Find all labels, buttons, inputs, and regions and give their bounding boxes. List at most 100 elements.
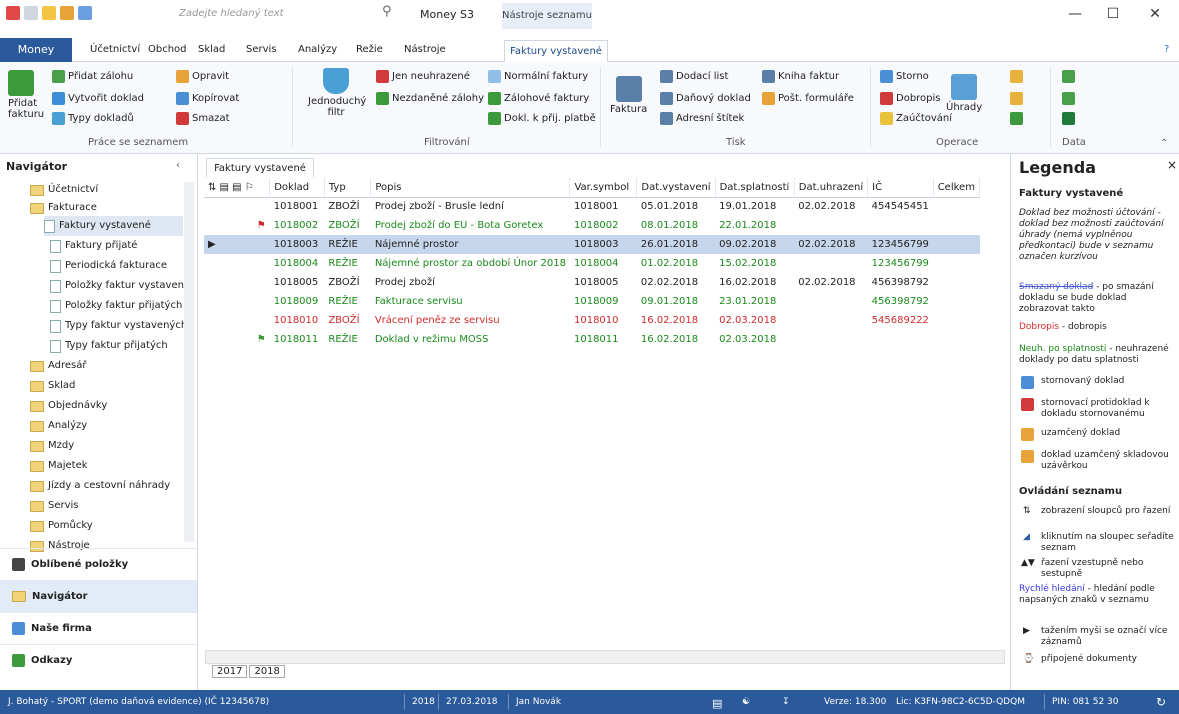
header-varsymbol[interactable]: Var.symbol xyxy=(569,178,638,198)
search-icon[interactable]: ⚲ xyxy=(382,4,398,20)
edit-button[interactable]: Opravit xyxy=(176,70,229,83)
tree-item-mzdy[interactable]: Mzdy xyxy=(30,436,74,456)
close-button[interactable]: ✕ xyxy=(1140,6,1170,28)
tree-item-polozky-vystavenych[interactable]: Položky faktur vystavený xyxy=(50,276,190,296)
table-row[interactable]: ⚑ 1018011 REŽIE Doklad v režimu MOSS 101801… xyxy=(204,330,980,349)
doc-types-button[interactable]: Typy dokladů xyxy=(52,112,134,125)
year-tab-2018[interactable]: 2018 xyxy=(249,665,285,678)
excel-button[interactable] xyxy=(1062,112,1075,125)
tree-item-jizdy[interactable]: Jízdy a cestovní náhrady xyxy=(30,476,170,496)
favorites-button[interactable]: Oblíbené položky xyxy=(0,548,197,580)
table-row[interactable]: 1018005 ZBOŽÍ Prodej zboží 1018005 02.02.201… xyxy=(204,273,980,292)
header-dat-splatnosti[interactable]: Dat.splatnosti xyxy=(715,178,795,198)
add-advance-button[interactable]: Přidat zálohu xyxy=(52,70,133,83)
header-dat-uhrazeni[interactable]: Dat.uhrazení xyxy=(794,178,869,198)
data-export-button[interactable] xyxy=(1062,92,1075,105)
header-dat-vystaveni[interactable]: Dat.vystavení xyxy=(636,178,716,198)
advance-invoices-button[interactable]: Zálohové faktury xyxy=(488,92,589,105)
menu-sklad[interactable]: Sklad xyxy=(198,44,225,55)
tree-item-majetek[interactable]: Majetek xyxy=(30,456,88,476)
legend-close-icon[interactable]: × xyxy=(1167,158,1177,172)
navigator-scrollbar[interactable] xyxy=(184,182,194,542)
tree-item-typy-vystavenych[interactable]: Typy faktur vystavených xyxy=(50,316,187,336)
header-ic[interactable]: IČ xyxy=(867,178,934,198)
tax-doc-button[interactable]: Daňový doklad xyxy=(660,92,751,105)
address-label-button[interactable]: Adresní štítek xyxy=(660,112,744,125)
invoice-print-button[interactable]: Faktura xyxy=(610,76,647,115)
collapse-ribbon-icon[interactable]: ⌃ xyxy=(1160,138,1168,149)
simple-filter-button[interactable]: Jednoduchý filtr xyxy=(308,68,366,118)
payments-button[interactable]: Úhrady xyxy=(946,74,982,113)
maximize-button[interactable]: ☐ xyxy=(1098,6,1128,28)
header-celkem[interactable]: Celkem xyxy=(933,178,981,198)
navigator-button[interactable]: Navigátor xyxy=(0,580,197,612)
links-button[interactable]: Odkazy xyxy=(0,644,197,676)
horizontal-scrollbar[interactable] xyxy=(205,650,1005,664)
table-row[interactable]: ⚑ 1018002 ZBOŽÍ Prodej zboží do EU - Bota … xyxy=(204,216,980,235)
collapse-navigator-icon[interactable]: ‹ xyxy=(176,160,180,171)
menu-servis[interactable]: Servis xyxy=(246,44,277,55)
table-row[interactable]: 1018010 ZBOŽÍ Vrácení peněz ze servisu 1018… xyxy=(204,311,980,330)
tree-item-typy-prijatych[interactable]: Typy faktur přijatých xyxy=(50,336,168,356)
post-forms-button[interactable]: Pošt. formuláře xyxy=(762,92,854,105)
menu-analyzy[interactable]: Analýzy xyxy=(298,44,337,55)
refresh-icon[interactable]: ↻ xyxy=(1156,695,1166,709)
menu-rezie[interactable]: Režie xyxy=(356,44,383,55)
delivery-note-button[interactable]: Dodací list xyxy=(660,70,728,83)
users-button[interactable] xyxy=(1010,112,1023,125)
menu-ucetnictvi[interactable]: Účetnictví xyxy=(90,44,140,55)
table-row[interactable]: 1018009 REŽIE Fakturace servisu 1018009 09.0… xyxy=(204,292,980,311)
quick-menu-icon[interactable] xyxy=(24,6,38,20)
doc-received-payment-button[interactable]: Dokl. k přij. platbě xyxy=(488,112,596,125)
tree-item-analyzy[interactable]: Analýzy xyxy=(30,416,87,436)
tree-item-servis[interactable]: Servis xyxy=(30,496,79,516)
normal-invoices-button[interactable]: Normální faktury xyxy=(488,70,588,83)
help-bulb-icon[interactable] xyxy=(42,6,56,20)
unlock-button[interactable] xyxy=(1010,92,1023,105)
header-typ[interactable]: Typ xyxy=(324,178,372,198)
our-company-button[interactable]: Naše firma xyxy=(0,612,197,644)
filter-icon[interactable] xyxy=(78,6,92,20)
header-doklad[interactable]: Doklad xyxy=(269,178,325,198)
tree-item-ucetnictvi[interactable]: Účetnictví xyxy=(30,180,98,200)
menu-nastroje[interactable]: Nástroje xyxy=(404,44,446,55)
storno-button[interactable]: Storno xyxy=(880,70,929,83)
tab-faktury-vystavene-list[interactable]: Faktury vystavené xyxy=(206,158,314,178)
rss-icon[interactable]: ☯ xyxy=(742,697,750,707)
lock-button[interactable] xyxy=(1010,70,1023,83)
untaxed-advances-button[interactable]: Nezdaněné zálohy xyxy=(376,92,484,105)
add-invoice-button[interactable]: Přidat fakturu xyxy=(8,70,44,120)
minimize-button[interactable]: — xyxy=(1060,6,1090,28)
only-unpaid-button[interactable]: Jen neuhrazené xyxy=(376,70,470,83)
delete-button[interactable]: Smazat xyxy=(176,112,230,125)
tree-item-objednavky[interactable]: Objednávky xyxy=(30,396,107,416)
tree-item-polozky-prijatych[interactable]: Položky faktur přijatých xyxy=(50,296,182,316)
header-popis[interactable]: Popis xyxy=(370,178,571,198)
tree-item-sklad[interactable]: Sklad xyxy=(30,376,75,396)
calendar-icon[interactable]: ▤ xyxy=(712,697,722,710)
tree-item-faktury-vystavene[interactable]: Faktury vystavené xyxy=(44,216,183,236)
posting-button[interactable]: Zaúčtování xyxy=(880,112,952,125)
create-doc-button[interactable]: Vytvořit doklad xyxy=(52,92,144,105)
tree-item-pomucky[interactable]: Pomůcky xyxy=(30,516,93,536)
table-row-selected[interactable]: ▶ 1018003 REŽIE Nájemné prostor 1018003 26.0… xyxy=(204,235,980,254)
tree-item-periodicka[interactable]: Periodická fakturace xyxy=(50,256,167,276)
search-input[interactable]: Zadejte hledaný text xyxy=(166,4,378,22)
tree-item-faktury-prijate[interactable]: Faktury přijaté xyxy=(50,236,137,256)
data-import-button[interactable] xyxy=(1062,70,1075,83)
status-date[interactable]: 27.03.2018 xyxy=(446,697,498,707)
tree-item-adresar[interactable]: Adresář xyxy=(30,356,87,376)
menu-obchod[interactable]: Obchod xyxy=(148,44,187,55)
tree-item-fakturace[interactable]: Fakturace xyxy=(30,198,97,218)
year-tab-2017[interactable]: 2017 xyxy=(212,665,248,678)
user-icon[interactable] xyxy=(60,6,74,20)
status-year[interactable]: 2018 xyxy=(412,697,435,707)
table-row[interactable]: 1018004 REŽIE Nájemné prostor za období Ún… xyxy=(204,254,980,273)
tab-faktury-vystavene[interactable]: Faktury vystavené xyxy=(504,40,608,63)
credit-note-button[interactable]: Dobropis xyxy=(880,92,941,105)
table-row[interactable]: 1018001 ZBOŽÍ Prodej zboží - Brusle lední 1… xyxy=(204,197,980,216)
copy-button[interactable]: Kopírovat xyxy=(176,92,239,105)
invoice-book-button[interactable]: Kniha faktur xyxy=(762,70,839,83)
header-icons[interactable]: ⇅ ▤ ▤ ⚐ xyxy=(204,178,271,198)
status-user[interactable]: Jan Novák xyxy=(516,697,561,707)
